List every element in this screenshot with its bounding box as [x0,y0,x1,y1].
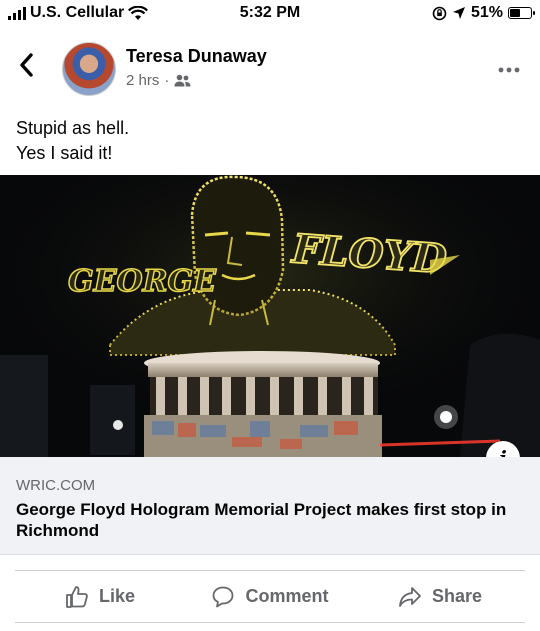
post-time[interactable]: 2 hrs [126,72,159,89]
post-text: Stupid as hell. Yes I said it! [16,116,129,166]
avatar[interactable] [62,42,116,96]
post-header: Teresa Dunaway 2 hrs · [0,36,540,100]
more-options-button[interactable] [498,56,520,79]
back-button[interactable] [18,52,34,85]
share-arrow-icon [399,586,421,607]
comment-icon [213,586,234,607]
like-button[interactable]: Like [15,571,185,622]
comment-button[interactable]: Comment [185,571,355,622]
post-action-bar: Like Comment Share [15,570,525,622]
friends-icon [174,74,191,87]
monument [144,351,382,457]
meta-separator: · [164,72,170,89]
battery-percent: 51% [470,4,503,21]
divider [15,622,525,623]
more-dots-icon [498,67,520,73]
like-label: Like [98,586,136,606]
post-meta: 2 hrs · [126,72,191,89]
comment-label: Comment [245,586,329,606]
author-name[interactable]: Teresa Dunaway [126,46,267,67]
location-arrow-icon [452,7,465,19]
share-label: Share [431,586,483,606]
status-bar: U.S. Cellular 5:32 PM 51% [0,0,540,28]
battery-icon [508,7,535,19]
post-text-line: Stupid as hell. [16,118,130,138]
post-text-line: Yes I said it! [16,143,113,163]
link-headline: George Floyd Hologram Memorial Project m… [16,500,507,540]
hologram-memorial-photo: GEORGE FLOYD [0,175,540,457]
share-button[interactable]: Share [355,571,525,622]
hologram-word-george: GEORGE [68,264,217,299]
thumbs-up-icon [66,585,88,608]
link-preview-card[interactable]: WRIC.COM George Floyd Hologram Memorial … [0,457,540,555]
rotation-lock-icon [432,6,447,20]
link-preview-image[interactable]: GEORGE FLOYD [0,175,540,457]
chevron-left-icon [20,53,33,77]
link-domain: WRIC.COM [16,477,96,494]
